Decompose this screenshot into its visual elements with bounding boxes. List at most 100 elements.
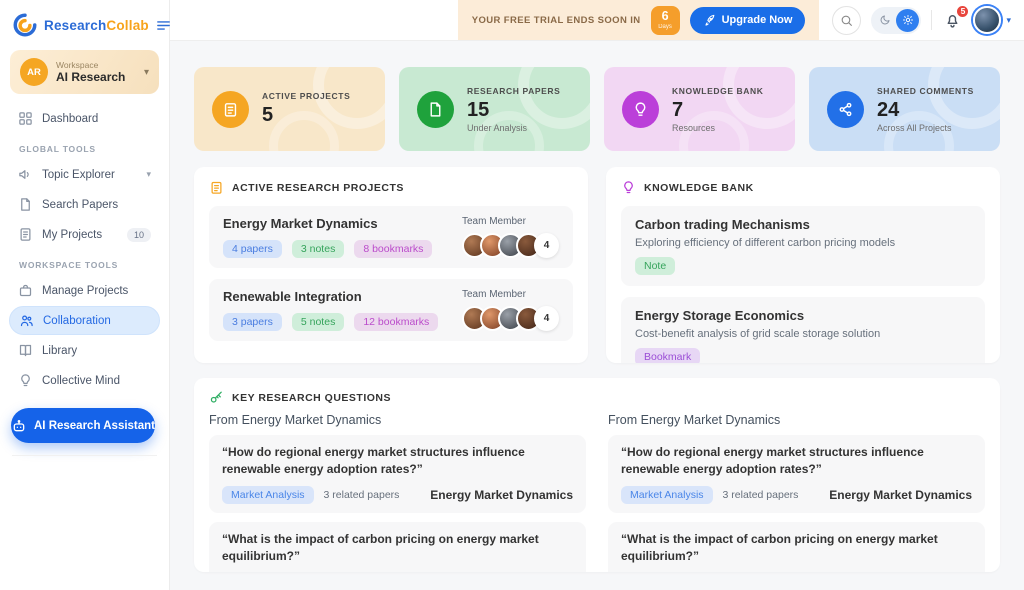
- topic-tag: Market Analysis: [621, 486, 713, 504]
- bookmark-tag: Bookmark: [635, 348, 700, 363]
- panel-title: KEY RESEARCH QUESTIONS: [232, 392, 391, 404]
- sidebar-item-label: My Projects: [42, 229, 102, 241]
- trial-days-number: 6: [662, 10, 669, 23]
- section-workspace-tools: WORKSPACE TOOLS: [19, 260, 160, 270]
- question-card[interactable]: “What is the impact of carbon pricing on…: [209, 522, 586, 572]
- search-button[interactable]: [832, 6, 861, 35]
- brand-logo-row: ResearchCollab: [0, 0, 169, 48]
- team-members: Team Member 4: [462, 216, 559, 258]
- lightbulb-icon: [621, 180, 636, 195]
- sidebar-item-label: Collaboration: [43, 315, 111, 327]
- chevron-down-icon: ▾: [146, 169, 151, 180]
- notifications-button[interactable]: 5: [942, 10, 963, 31]
- key-icon: [209, 390, 224, 405]
- project-row[interactable]: Energy Market Dynamics 4 papers 3 notes …: [209, 206, 573, 268]
- questions-column: From Energy Market Dynamics “How do regi…: [209, 413, 586, 572]
- stat-card-active-projects: ACTIVE PROJECTS 5: [194, 67, 385, 151]
- sidebar-item-library[interactable]: Library: [9, 336, 160, 365]
- trial-days-unit: Days: [658, 24, 672, 30]
- sidebar-item-label: Dashboard: [42, 113, 98, 125]
- topbar-spacer: [170, 0, 458, 40]
- sidebar-item-manage-projects[interactable]: Manage Projects: [9, 276, 160, 305]
- stat-card-research-papers: RESEARCH PAPERS 15 Under Analysis: [399, 67, 590, 151]
- question-card[interactable]: “How do regional energy market structure…: [608, 435, 985, 513]
- sidebar-item-label: Topic Explorer: [42, 169, 115, 181]
- sidebar-item-collaboration[interactable]: Collaboration: [9, 306, 160, 335]
- grid-icon: [18, 111, 33, 126]
- key-research-questions-panel: KEY RESEARCH QUESTIONS From Energy Marke…: [194, 378, 1000, 572]
- trial-banner: YOUR FREE TRIAL ENDS SOON IN 6 Days Upgr…: [458, 0, 820, 40]
- paper-icon: [417, 91, 454, 128]
- active-research-projects-panel: ACTIVE RESEARCH PROJECTS Energy Market D…: [194, 167, 588, 363]
- topbar: YOUR FREE TRIAL ENDS SOON IN 6 Days Upgr…: [170, 0, 1024, 41]
- sidebar-item-label: Search Papers: [42, 199, 118, 211]
- panel-header: KEY RESEARCH QUESTIONS: [209, 390, 985, 405]
- sidebar-item-dashboard[interactable]: Dashboard: [9, 104, 160, 133]
- sidebar-item-label: Library: [42, 345, 77, 357]
- questions-grid: From Energy Market Dynamics “How do regi…: [209, 413, 985, 572]
- rocket-icon: [703, 14, 716, 27]
- questions-column: From Energy Market Dynamics “How do regi…: [608, 413, 985, 572]
- user-menu[interactable]: ▾: [973, 6, 1011, 34]
- sidebar-item-collective-mind[interactable]: Collective Mind: [9, 366, 160, 395]
- panels-row: ACTIVE RESEARCH PROJECTS Energy Market D…: [194, 167, 1000, 363]
- notes-badge: 5 notes: [292, 313, 344, 331]
- robot-icon: [11, 418, 27, 434]
- sidebar-item-my-projects[interactable]: My Projects 10: [9, 220, 160, 249]
- bookmarks-badge: 12 bookmarks: [354, 313, 438, 331]
- question-card[interactable]: “What is the impact of carbon pricing on…: [608, 522, 985, 572]
- sidebar: ResearchCollab AR Workspace AI Research …: [0, 0, 170, 590]
- sidebar-item-search-papers[interactable]: Search Papers: [9, 190, 160, 219]
- question-source: Energy Market Dynamics: [430, 488, 573, 502]
- book-icon: [18, 343, 33, 358]
- my-projects-count-badge: 10: [127, 228, 151, 242]
- stat-card-shared-comments: SHARED COMMENTS 24 Across All Projects: [809, 67, 1000, 151]
- panel-title: KNOWLEDGE BANK: [644, 182, 754, 194]
- knowledge-bank-panel: KNOWLEDGE BANK Carbon trading Mechanisms…: [606, 167, 1000, 363]
- notes-badge: 3 notes: [292, 240, 344, 258]
- stat-card-knowledge-bank: KNOWLEDGE BANK 7 Resources: [604, 67, 795, 151]
- sidebar-divider: [12, 455, 157, 456]
- lightbulb-icon: [18, 373, 33, 388]
- knowledge-item[interactable]: Carbon trading Mechanisms Exploring effi…: [621, 206, 985, 286]
- questions-source-subtitle: From Energy Market Dynamics: [209, 413, 586, 427]
- topbar-divider: [931, 10, 932, 30]
- stats-row: ACTIVE PROJECTS 5 RESEARCH PAPERS 15 Und…: [194, 67, 1000, 151]
- upgrade-now-button[interactable]: Upgrade Now: [690, 7, 806, 34]
- sidebar-collapse-icon[interactable]: [155, 17, 172, 34]
- trial-text: YOUR FREE TRIAL ENDS SOON IN: [472, 15, 641, 26]
- workspace-avatar: AR: [20, 58, 48, 86]
- note-tag: Note: [635, 257, 675, 275]
- bookmarks-badge: 8 bookmarks: [354, 240, 432, 258]
- brand-wordmark: ResearchCollab: [44, 18, 149, 33]
- moon-icon: [873, 9, 896, 32]
- megaphone-icon: [18, 167, 33, 182]
- sidebar-item-topic-explorer[interactable]: Topic Explorer ▾: [9, 160, 160, 189]
- sidebar-item-label: Collective Mind: [42, 375, 120, 387]
- topic-tag: Market Analysis: [222, 486, 314, 504]
- team-extra-count: 4: [534, 306, 559, 331]
- question-card[interactable]: “How do regional energy market structure…: [209, 435, 586, 513]
- chevron-down-icon: ▾: [144, 67, 149, 78]
- sidebar-item-label: Manage Projects: [42, 285, 128, 297]
- search-icon: [840, 14, 853, 27]
- workspace-name: AI Research: [56, 70, 136, 84]
- notification-count-badge: 5: [955, 4, 970, 19]
- briefcase-icon: [18, 283, 33, 298]
- theme-toggle[interactable]: [871, 7, 921, 34]
- workspace-switcher[interactable]: AR Workspace AI Research ▾: [10, 50, 159, 94]
- panel-header: ACTIVE RESEARCH PROJECTS: [209, 180, 573, 195]
- section-global-tools: GLOBAL TOOLS: [19, 144, 160, 154]
- share-icon: [827, 91, 864, 128]
- knowledge-item[interactable]: Energy Storage Economics Cost-benefit an…: [621, 297, 985, 363]
- project-row[interactable]: Renewable Integration 3 papers 5 notes 1…: [209, 279, 573, 341]
- ai-research-assistant-button[interactable]: AI Research Assistant: [11, 408, 155, 443]
- related-papers-count: 3 related papers: [723, 489, 799, 501]
- workspace-label: Workspace: [56, 60, 136, 70]
- lightbulb-icon: [622, 91, 659, 128]
- main-content: ACTIVE PROJECTS 5 RESEARCH PAPERS 15 Und…: [170, 41, 1024, 590]
- document-text-icon: [18, 227, 33, 242]
- topbar-actions: 5 ▾: [819, 0, 1024, 40]
- papers-badge: 4 papers: [223, 240, 282, 258]
- papers-badge: 3 papers: [223, 313, 282, 331]
